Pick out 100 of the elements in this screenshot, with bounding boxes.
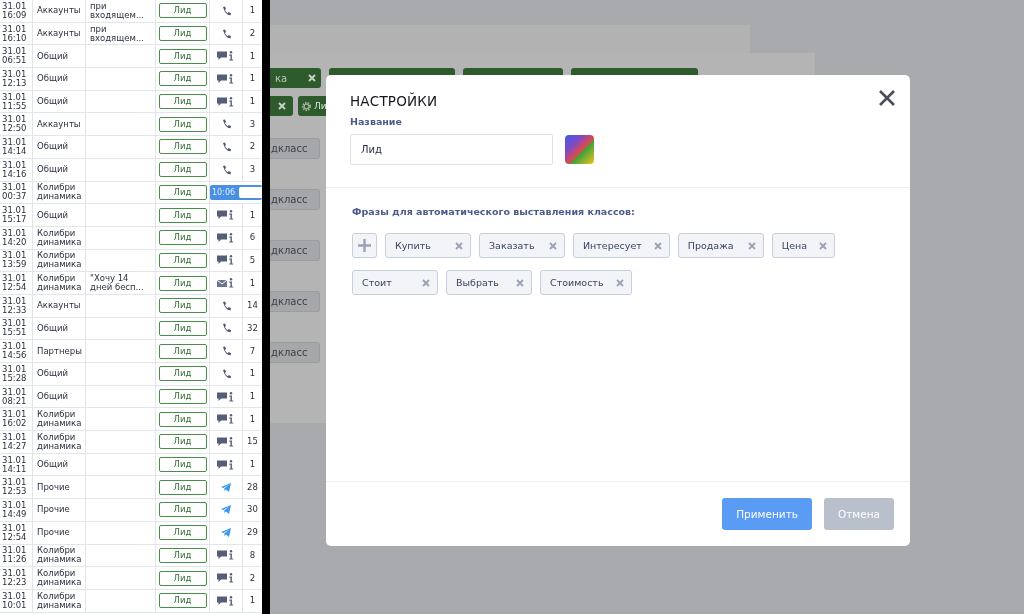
class-button[interactable]: Лид (158, 502, 207, 518)
class-button[interactable]: Лид (158, 252, 207, 268)
remove-chip[interactable] (270, 96, 293, 116)
remove-icon[interactable] (549, 241, 557, 250)
class-button[interactable]: Лид (158, 411, 207, 427)
category-text: Общий (37, 51, 68, 61)
chat-info-icon (217, 232, 235, 243)
class-button[interactable]: Лид (158, 525, 207, 541)
remove-icon[interactable] (819, 241, 828, 250)
class-button[interactable]: Лид (158, 71, 207, 87)
class-button[interactable]: Лид (158, 207, 207, 223)
count-text: 3 (249, 165, 256, 175)
chat-info-icon (217, 459, 235, 470)
date-time: 31.01 14:27 (2, 432, 28, 451)
class-button[interactable]: Лид (158, 48, 207, 64)
date-time: 31.01 08:21 (2, 387, 28, 406)
category-text: Колибри динамика (37, 432, 83, 451)
remove-icon[interactable] (455, 241, 463, 250)
remove-icon[interactable] (422, 278, 430, 287)
phrase-text: Выбрать (456, 277, 499, 288)
phrase-text: Стоимость (550, 277, 604, 288)
chat-info-icon (217, 573, 235, 584)
class-button[interactable]: Лид (158, 389, 207, 405)
subclass-button[interactable]: дкласс (270, 189, 320, 210)
chat-info-icon (217, 255, 235, 266)
modal-title: НАСТРОЙКИ (350, 93, 439, 109)
subclass-button[interactable]: дкласс (270, 291, 320, 312)
remove-icon[interactable] (747, 241, 756, 250)
class-button[interactable]: Лид (158, 26, 207, 42)
class-button[interactable]: Лид (158, 184, 207, 200)
date-time: 31.01 00:37 (2, 183, 28, 202)
count-text: 5 (249, 255, 256, 265)
date-time: 31.01 12:33 (2, 296, 28, 315)
class-button[interactable]: Лид (158, 593, 207, 609)
class-button[interactable]: Лид (158, 94, 207, 110)
class-button[interactable]: Лид (158, 116, 207, 132)
class-button[interactable]: Лид (158, 570, 207, 586)
class-button[interactable]: Лид (158, 3, 207, 19)
date-time: 31.01 11:26 (2, 546, 28, 565)
subclass-button[interactable]: дкласс (270, 342, 320, 363)
date-time: 31.01 12:23 (2, 569, 28, 588)
date-time: 31.01 14:20 (2, 228, 28, 247)
phrase-text: Купить (395, 240, 431, 251)
date-time: 31.01 06:51 (2, 47, 28, 66)
class-button[interactable]: Лид (158, 275, 207, 291)
count-text: 29 (247, 528, 258, 538)
date-time: 31.01 12:13 (2, 69, 28, 88)
color-picker-swatch[interactable] (565, 135, 594, 164)
count-text: 32 (247, 323, 258, 333)
remove-icon[interactable] (516, 278, 524, 287)
chat-info-icon (217, 391, 235, 402)
phone-icon (221, 368, 231, 379)
tag-chip[interactable]: ка (270, 68, 321, 88)
count-text: 3 (249, 119, 256, 129)
date-time: 31.01 16:02 (2, 410, 28, 429)
class-button[interactable]: Лид (158, 139, 207, 155)
class-button[interactable]: Лид (158, 547, 207, 563)
paper-plane-icon (221, 505, 231, 515)
count-text: 28 (247, 482, 258, 492)
count-text: 1 (249, 97, 256, 107)
chat-info-icon (217, 51, 235, 62)
class-button[interactable]: Лид (158, 343, 207, 359)
remove-icon[interactable] (615, 278, 624, 287)
class-button[interactable]: Лид (158, 162, 207, 178)
date-time: 31.01 14:56 (2, 342, 28, 361)
category-text: Партнеры (37, 346, 82, 356)
class-button[interactable]: Лид (158, 479, 207, 495)
chat-info-icon (217, 595, 235, 606)
phone-icon (221, 5, 231, 16)
chat-info-icon (217, 210, 235, 221)
date-time: 31.01 15:28 (2, 364, 28, 383)
section-label: Фразы для автоматического выставления классов: (352, 206, 636, 217)
class-button[interactable]: Лид (158, 230, 207, 246)
name-field[interactable]: Лид (350, 134, 553, 165)
chat-info-icon (217, 73, 235, 84)
phrase-text: Стоит (362, 277, 392, 288)
phrase-text: Продажа (687, 240, 734, 251)
category-text: Прочие (37, 528, 70, 538)
count-text: 1 (249, 460, 256, 470)
paper-plane-icon (221, 482, 231, 492)
class-button[interactable]: Лид (158, 434, 207, 450)
count-text: 2 (249, 573, 256, 583)
count-text: 1 (249, 210, 256, 220)
count-text: 7 (249, 346, 256, 356)
add-phrase-button[interactable] (352, 233, 377, 258)
remove-icon[interactable] (653, 241, 662, 250)
count-text: 1 (249, 6, 256, 16)
chat-info-icon (217, 436, 235, 447)
category-text: Общий (37, 74, 68, 84)
gear-icon (301, 100, 312, 112)
count-text: 1 (249, 278, 256, 288)
class-button[interactable]: Лид (158, 366, 207, 382)
phone-icon (221, 28, 231, 39)
class-button[interactable]: Лид (158, 320, 207, 336)
subclass-button[interactable]: дкласс (270, 138, 320, 159)
category-text: Общий (37, 323, 68, 333)
class-button[interactable]: Лид (158, 457, 207, 473)
close-icon[interactable] (878, 89, 896, 107)
class-button[interactable]: Лид (158, 298, 207, 314)
subclass-button[interactable]: дкласс (270, 240, 320, 261)
